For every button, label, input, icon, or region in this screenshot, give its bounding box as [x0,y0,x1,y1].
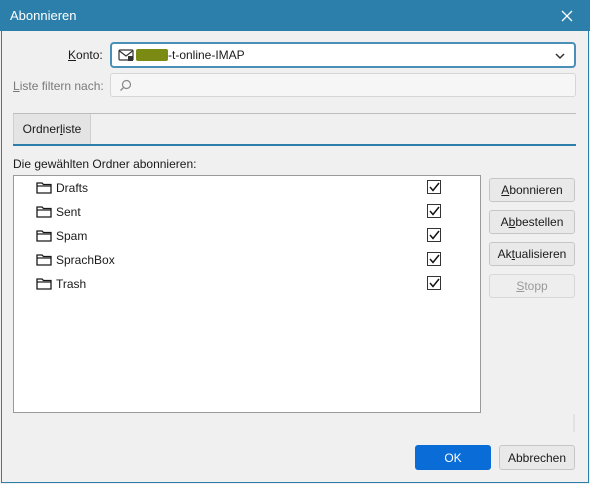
folder-row-drafts[interactable]: Drafts [14,176,480,200]
mail-account-icon [118,48,134,65]
window-title: Abonnieren [10,8,77,23]
folder-name: Trash [56,277,87,291]
stop-button[interactable]: Stopp [489,274,575,298]
filter-label: Liste filtern nach: [13,79,104,93]
unsubscribe-button[interactable]: Ab bestellen [489,210,575,234]
folder-name: Spam [56,229,88,243]
subscribe-checkbox[interactable] [427,204,441,218]
folder-row-spam[interactable]: Spam [14,224,480,248]
checkmark-icon [428,278,440,288]
folder-name: Drafts [56,181,89,195]
subscribe-checkbox[interactable] [427,228,441,242]
tab-strip-border [13,113,576,114]
folder-icon [36,181,52,197]
tab-panel-divider [13,144,576,146]
close-icon [561,10,573,21]
folder-name: SprachBox [56,253,115,267]
folder-row-sprachbox[interactable]: SprachBox [14,248,480,272]
folder-icon [36,205,52,221]
folder-row-trash[interactable]: Trash [14,272,480,296]
chevron-down-icon [554,50,566,64]
title-bar: Abonnieren [0,0,590,31]
checkmark-icon [428,206,440,216]
folder-list[interactable]: Drafts Sent Spam SprachBox Trash [13,175,481,413]
checkmark-icon [428,230,440,240]
folder-icon [36,277,52,293]
folder-list-caption: Die gewählten Ordner abonnieren: [13,157,197,171]
checkmark-icon [428,182,440,192]
account-value: -t-online-IMAP [168,48,245,62]
resize-grip [573,414,575,432]
folder-icon [36,229,52,245]
close-button[interactable] [544,0,590,31]
redacted-username [136,49,168,61]
folder-name: Sent [56,205,81,219]
subscribe-checkbox[interactable] [427,252,441,266]
checkmark-icon [428,254,440,264]
filter-input[interactable] [110,73,576,97]
account-label: Konto: [68,48,103,62]
folder-icon [36,253,52,269]
subscribe-checkbox[interactable] [427,180,441,194]
search-icon [119,79,132,95]
refresh-button[interactable]: Ak t ualisieren [489,242,575,266]
tab-folder-list[interactable]: Ordner l iste [13,114,91,144]
account-select[interactable]: -t-online-IMAP [110,42,576,68]
cancel-button[interactable]: Abbrechen [499,445,575,470]
subscribe-checkbox[interactable] [427,276,441,290]
subscribe-button[interactable]: Abonnieren [489,178,575,202]
ok-button[interactable]: OK [415,445,491,470]
folder-row-sent[interactable]: Sent [14,200,480,224]
